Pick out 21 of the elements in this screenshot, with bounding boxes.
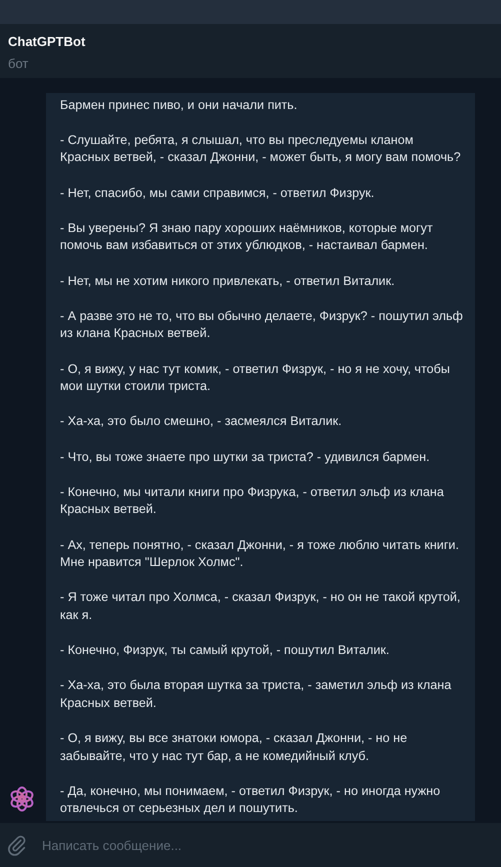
message-paragraph: - Я тоже читал про Холмса, - сказал Физрук, - но он не такой крутой, как я.	[60, 589, 462, 624]
message-input[interactable]: Написать сообщение...	[42, 830, 501, 860]
message-paragraph: - Конечно, Физрук, ты самый крутой, - пошутил Виталик.	[60, 642, 390, 660]
message-paragraph: - О, я вижу, у нас тут комик, - ответил Физрук, - но я не хочу, чтобы мои шутки стоили триста.	[60, 360, 451, 396]
chat-subtitle: бот	[8, 56, 28, 71]
message-paragraph: - А разве это не то, что вы обычно делаете, Физрук? - пошутил эльф из клана Красных ветвей.	[60, 308, 463, 342]
message-paragraph: Бармен принес пиво, и они начали пить.	[60, 96, 298, 114]
message-paragraph: - Да, конечно, мы понимаем, - ответил Физрук, - но иногда нужно отвлечься от серьезных дел и пошутить.	[60, 782, 442, 818]
message-paragraph: - Нет, спасибо, мы сами справимся, - ответил Физрук.	[60, 184, 376, 202]
message-paragraph: - Что, вы тоже знаете про шутки за триста? - удивился бармен.	[60, 448, 431, 466]
message-paragraph: - Конечно, мы читали книги про Физрука, - ответил эльф из клана Красных ветвей.	[60, 484, 445, 518]
message-paragraph: - Нет, мы не хотим никого привлекать, - ответил Виталик.	[60, 272, 396, 290]
chat-title: ChatGPTBot	[8, 34, 86, 49]
message-paragraph: - Слушайте, ребята, я слышал, что вы преследуемы кланом Красных ветвей, - сказал Джонни, - может быть, я могу вам помочь?	[60, 132, 462, 166]
message-paragraph: - Ха-ха, это была вторая шутка за триста, - заметил эльф из клана Красных ветвей.	[60, 677, 452, 712]
knot-logo-icon	[8, 785, 36, 813]
message-paragraph: - Вы уверены? Я знаю пару хороших наёмников, которые могут помочь вам избавиться от этих ублюдков, - настаивал бармен.	[60, 220, 434, 254]
message-paragraph: - Ха-ха, это было смешно, - засмеялся Виталик.	[60, 413, 343, 430]
message-paragraph: - Ах, теперь понятно, - сказал Джонни, - я тоже люблю читать книги. Мне нравится "Шерлок Холмс".	[60, 536, 460, 572]
paperclip-icon[interactable]	[6, 834, 28, 856]
message-paragraph: - О, я вижу, вы все знатоки юмора, - сказал Джонни, - но не забывайте, что у нас тут бар, а не комедийный клуб.	[60, 730, 408, 765]
